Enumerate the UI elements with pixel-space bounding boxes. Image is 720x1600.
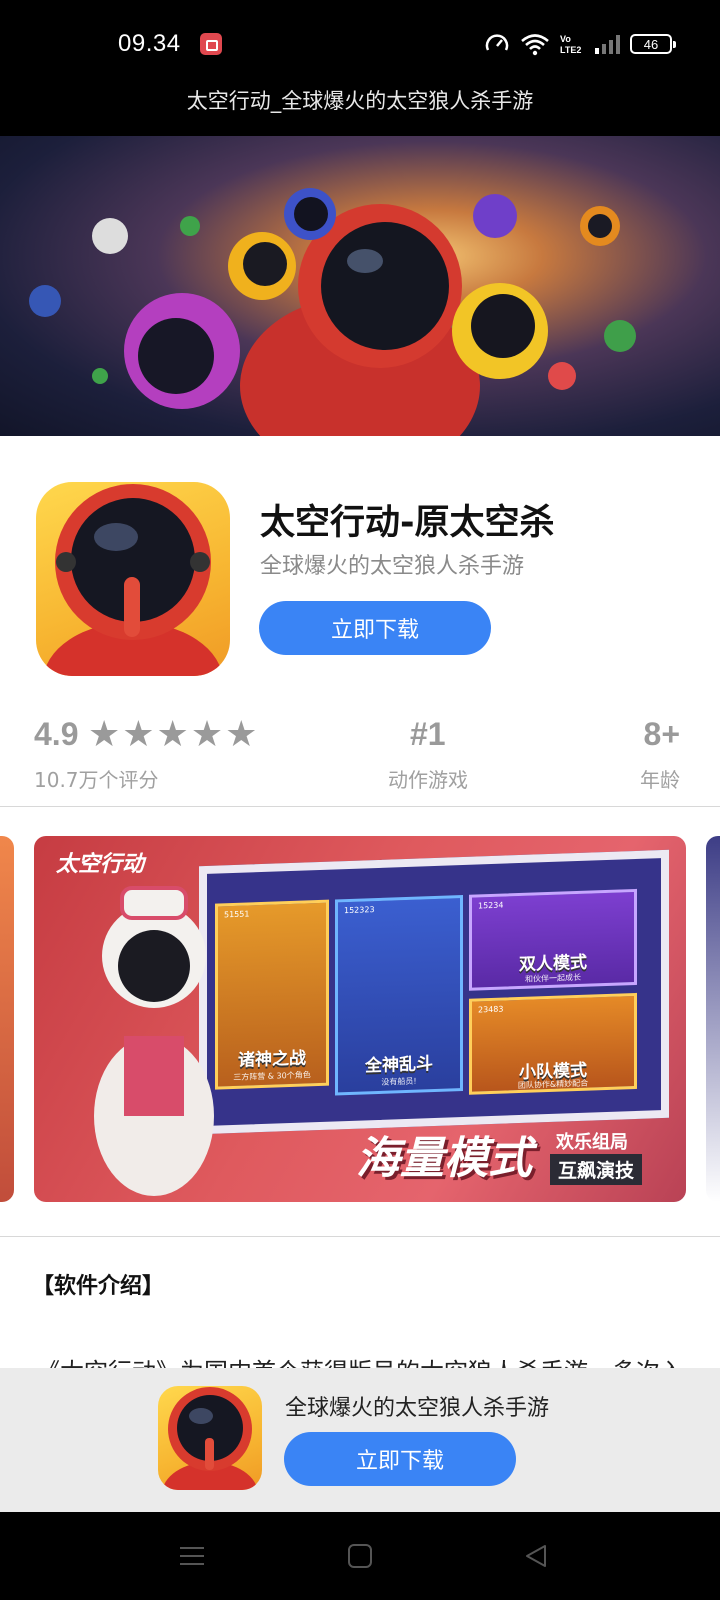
app-info-section: 太空行动-原太空杀 全球爆火的太空狼人杀手游 立即下载 4.9 ★★★★★ 10…: [0, 436, 720, 806]
rank-value: #1: [410, 716, 446, 752]
banner-app-icon: [158, 1386, 262, 1490]
rating-value: 4.9: [34, 716, 79, 752]
age-label: 年龄: [640, 768, 680, 792]
mode-card: 15234 双人模式 和伙伴一起成长: [469, 888, 637, 991]
menu-icon[interactable]: [172, 1540, 212, 1572]
wifi-icon: [521, 34, 549, 56]
age-value: 8+: [643, 716, 680, 752]
screenshot-headline: 海量模式: [356, 1133, 532, 1184]
app-stats: 4.9 ★★★★★ 10.7万个评分 #1 动作游戏 8+ 年龄: [0, 706, 720, 796]
system-nav-bar: [0, 1512, 720, 1600]
speed-icon: [485, 34, 509, 51]
hero-banner-image: [0, 136, 720, 436]
battery-icon: 46: [630, 34, 676, 54]
mode-count: 23483: [478, 1004, 504, 1015]
svg-text:LTE2: LTE2: [560, 45, 581, 55]
mode-label: 全神乱斗: [365, 1054, 433, 1077]
screen-record-icon: [200, 33, 222, 55]
banner-download-button[interactable]: 立即下载: [284, 1432, 516, 1486]
volte-icon: Vo LTE2: [560, 34, 581, 55]
screenshot-tag: 欢乐组局: [556, 1132, 628, 1153]
signal-icon: [595, 35, 620, 54]
app-icon: [36, 482, 230, 676]
download-button[interactable]: 立即下载: [259, 601, 491, 655]
mode-board: 51551 诸神之战 三方阵营 & 30个角色 152323 全神乱斗 没有船员…: [199, 849, 669, 1135]
status-icons: Vo LTE2 46: [484, 30, 676, 58]
screenshot-tag: 互飙演技: [550, 1154, 643, 1185]
screenshot-prev[interactable]: [0, 836, 14, 1202]
page-title: 太空行动_全球爆火的太空狼人杀手游: [0, 88, 720, 136]
mode-count: 152323: [344, 905, 375, 916]
status-time: 09.34: [118, 30, 181, 57]
status-bar: 09.34 Vo LTE2 46: [0, 0, 720, 88]
screenshot-carousel[interactable]: 太空行动 51551 诸神之战 三方阵营 & 30个角色 152323 全神乱斗…: [0, 810, 720, 1230]
screenshot-main[interactable]: 太空行动 51551 诸神之战 三方阵营 & 30个角色 152323 全神乱斗…: [34, 836, 686, 1202]
rating-count: 10.7万个评分: [34, 768, 159, 792]
screenshot-next[interactable]: [706, 836, 720, 1202]
divider: [0, 1236, 720, 1237]
mode-sub: 三方阵营 & 30个角色: [233, 1070, 311, 1083]
mode-card: 152323 全神乱斗 没有船员!: [335, 894, 463, 1096]
back-icon[interactable]: [516, 1540, 556, 1572]
hero-artwork: [29, 188, 636, 436]
mode-count: 15234: [478, 900, 504, 911]
bottom-download-banner: 全球爆火的太空狼人杀手游 立即下载: [0, 1368, 720, 1512]
svg-text:Vo: Vo: [560, 34, 571, 44]
app-subtitle: 全球爆火的太空狼人杀手游: [260, 554, 525, 579]
home-icon[interactable]: [340, 1540, 380, 1572]
app-name: 太空行动-原太空杀: [260, 503, 555, 543]
divider: [0, 806, 720, 807]
rating-stars: ★★★★★: [88, 714, 260, 755]
mode-card: 23483 小队模式 团队协作&精妙配合: [469, 992, 637, 1095]
banner-text: 全球爆火的太空狼人杀手游: [285, 1396, 550, 1421]
intro-title: 【软件介绍】: [32, 1274, 165, 1299]
battery-level: 46: [643, 36, 659, 52]
mode-label: 诸神之战: [238, 1048, 306, 1071]
rank-category: 动作游戏: [388, 768, 468, 792]
nurse-character-image: [94, 886, 214, 1196]
